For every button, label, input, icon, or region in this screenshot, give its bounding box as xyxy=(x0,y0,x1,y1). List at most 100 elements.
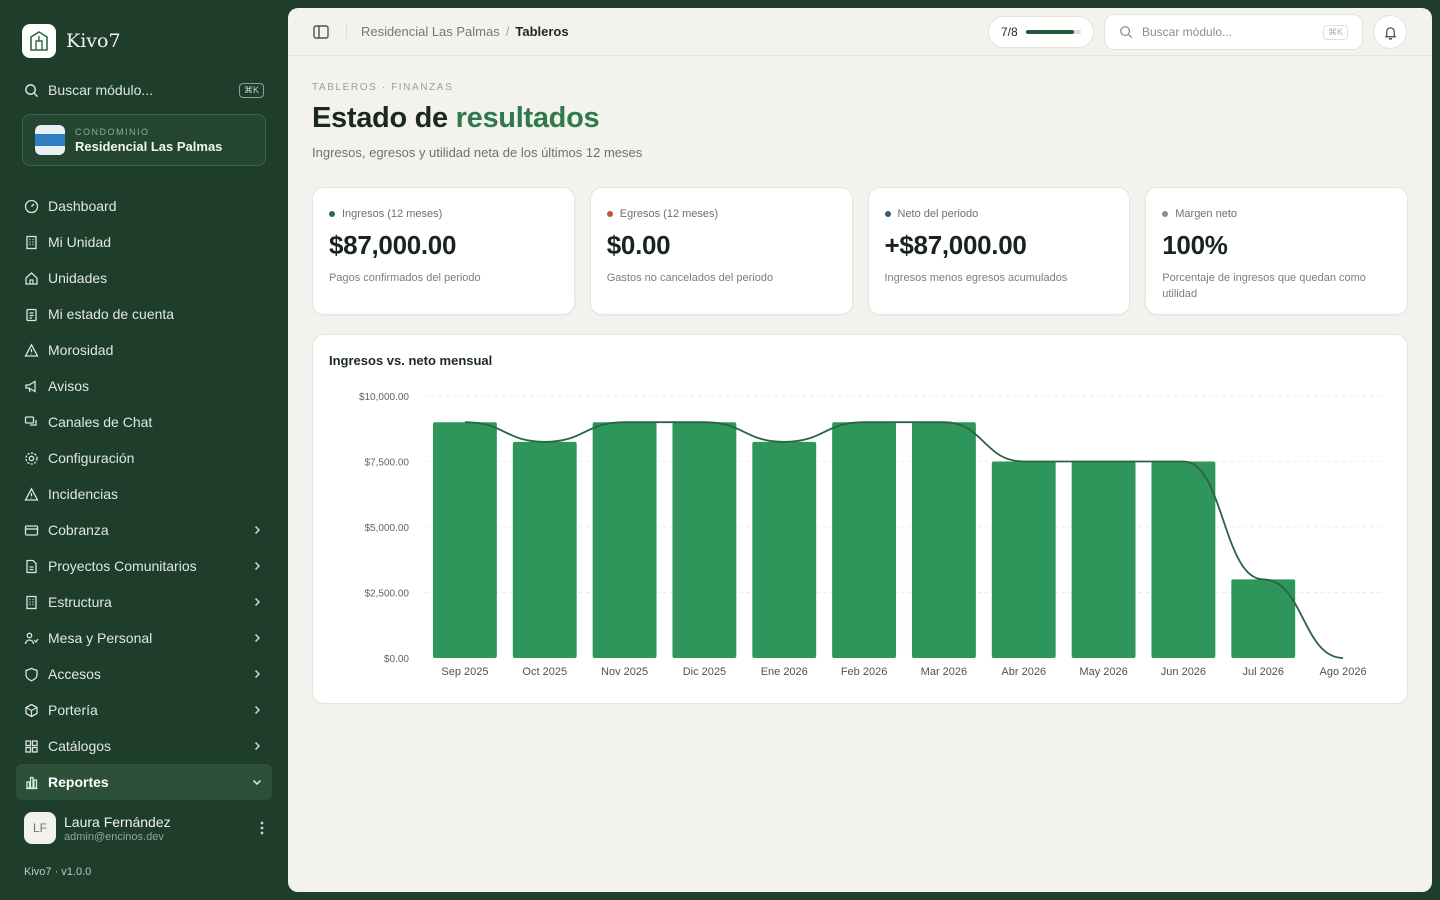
user-profile[interactable]: LF Laura Fernández admin@encinos.dev xyxy=(24,812,264,844)
kpi-card: Margen neto 100% Porcentaje de ingresos qu… xyxy=(1145,187,1408,315)
bar xyxy=(911,422,976,658)
chevron-right-icon xyxy=(250,631,264,645)
kpi-label: Neto del periodo xyxy=(884,208,1114,220)
bar xyxy=(991,461,1056,658)
breadcrumb-parent[interactable]: Residencial Las Palmas xyxy=(361,24,500,39)
chevron-right-icon xyxy=(250,667,264,681)
kpi-label-text: Margen neto xyxy=(1175,208,1238,220)
sidebar-item-morosidad[interactable]: Morosidad xyxy=(16,332,272,368)
brand-name: Kivo7 xyxy=(66,30,121,52)
x-tick-label: Mar 2026 xyxy=(921,666,967,678)
x-tick-label: Nov 2025 xyxy=(601,666,648,678)
kpi-cards: Ingresos (12 meses) $87,000.00 Pagos confi… xyxy=(312,187,1408,315)
building-icon xyxy=(24,235,39,250)
bar xyxy=(672,422,737,658)
warning-icon xyxy=(24,342,39,358)
sidebar-item-estructura[interactable]: Estructura xyxy=(16,584,272,620)
condominium-selector[interactable]: CONDOMINIO Residencial Las Palmas xyxy=(22,114,266,166)
sidebar-item-proyectos-comunitarios[interactable]: Proyectos Comunitarios xyxy=(16,548,272,584)
kpi-label: Egresos (12 meses) xyxy=(606,208,836,220)
box-icon xyxy=(24,703,39,718)
x-tick-label: Ago 2026 xyxy=(1320,666,1367,678)
search-icon xyxy=(25,83,39,97)
sidebar-item-cobranza[interactable]: Cobranza xyxy=(16,512,272,548)
sidebar-item-dashboard[interactable]: Dashboard xyxy=(16,188,272,224)
kpi-value: +$87,000.00 xyxy=(884,230,1027,260)
sidebar-item-unidades[interactable]: Unidades xyxy=(16,260,272,296)
chat-icon xyxy=(24,415,39,430)
progress-track xyxy=(1025,30,1081,34)
bar xyxy=(832,422,897,658)
chevron-right-icon xyxy=(250,739,264,753)
page-title: Estado de resultados xyxy=(312,102,600,135)
kpi-description: Porcentaje de ingresos que quedan como u… xyxy=(1162,272,1366,300)
gauge-icon xyxy=(24,199,39,214)
sidebar-item-mi-unidad[interactable]: Mi Unidad xyxy=(16,224,272,260)
x-tick-label: May 2026 xyxy=(1079,666,1127,678)
x-tick-label: Oct 2025 xyxy=(522,666,567,678)
kpi-value: $0.00 xyxy=(606,230,671,260)
sidebar-item-mi-estado-de-cuenta[interactable]: Mi estado de cuenta xyxy=(16,296,272,332)
document-icon xyxy=(24,559,39,574)
sidebar-item-label: Mi estado de cuenta xyxy=(48,306,175,322)
sidebar-item-mesa-y-personal[interactable]: Mesa y Personal xyxy=(16,620,272,656)
sidebar-search-shortcut: ⌘K xyxy=(238,82,264,98)
sidebar-item-canales-de-chat[interactable]: Canales de Chat xyxy=(16,404,272,440)
sidebar-item-avisos[interactable]: Avisos xyxy=(16,368,272,404)
condominium-name: Residencial Las Palmas xyxy=(75,138,223,154)
y-tick-label: $2,500.00 xyxy=(365,589,410,600)
status-dot xyxy=(884,211,891,217)
kpi-card: Neto del periodo +$87,000.00 Ingresos meno… xyxy=(867,187,1131,315)
search-input[interactable]: Buscar módulo... ⌘K xyxy=(1104,14,1363,50)
home-icon xyxy=(24,271,39,286)
notifications-button[interactable] xyxy=(1373,15,1407,49)
progress-fill xyxy=(1025,30,1075,34)
search-placeholder: Buscar módulo... xyxy=(1142,25,1233,39)
breadcrumb-separator: / xyxy=(505,24,510,39)
user-name: Laura Fernández xyxy=(64,813,171,830)
sidebar-item-label: Configuración xyxy=(48,450,135,466)
more-vertical-icon[interactable] xyxy=(260,821,264,835)
page-title-main: Estado de xyxy=(312,102,456,134)
x-tick-label: Abr 2026 xyxy=(1001,666,1046,678)
chevron-right-icon xyxy=(250,595,264,609)
sidebar-item-label: Unidades xyxy=(48,270,108,286)
breadcrumb: Residencial Las Palmas / Tableros xyxy=(346,24,569,39)
sidebar-item-label: Incidencias xyxy=(48,486,119,502)
user-email: admin@encinos.dev xyxy=(64,830,164,843)
sidebar-item-label: Mi Unidad xyxy=(48,234,112,250)
sidebar-item-label: Avisos xyxy=(48,378,89,394)
sidebar-item-label: Morosidad xyxy=(48,342,114,358)
x-tick-label: Jun 2026 xyxy=(1161,666,1206,678)
sidebar-toggle-icon[interactable] xyxy=(312,23,330,41)
condominium-kicker: CONDOMINIO xyxy=(75,126,150,137)
kpi-label: Margen neto xyxy=(1162,208,1391,220)
x-tick-label: Jul 2026 xyxy=(1242,666,1284,678)
brand[interactable]: Kivo7 xyxy=(22,24,121,58)
sidebar-nav: Dashboard Mi Unidad Unidades Mi estado de c… xyxy=(16,188,272,800)
x-tick-label: Ene 2026 xyxy=(761,666,808,678)
chevron-right-icon xyxy=(250,523,264,537)
sidebar-item-porteria[interactable]: Portería xyxy=(16,692,272,728)
kpi-label-text: Egresos (12 meses) xyxy=(619,208,719,220)
sidebar-item-reportes[interactable]: Reportes xyxy=(16,764,272,800)
y-tick-label: $10,000.00 xyxy=(359,392,409,403)
page-kicker: TABLEROS · FINANZAS xyxy=(312,82,454,93)
chevron-down-icon xyxy=(250,775,264,789)
breadcrumb-current: Tableros xyxy=(515,24,569,39)
chevron-right-icon xyxy=(250,559,264,573)
sidebar-item-configuracion[interactable]: Configuración xyxy=(16,440,272,476)
kpi-value: 100% xyxy=(1162,230,1228,260)
brand-logo-icon xyxy=(22,24,56,58)
onboarding-progress[interactable]: 7/8 xyxy=(988,16,1094,48)
sidebar-search-label: Buscar módulo... xyxy=(48,82,154,98)
kpi-card: Egresos (12 meses) $0.00 Gastos no cancela… xyxy=(589,187,853,315)
sidebar-item-catalogos[interactable]: Catálogos xyxy=(16,728,272,764)
sidebar-item-incidencias[interactable]: Incidencias xyxy=(16,476,272,512)
chart-card: Ingresos vs. neto mensual $0.00 $2,500.00… xyxy=(312,334,1408,704)
bar xyxy=(1151,461,1216,658)
kpi-label: Ingresos (12 meses) xyxy=(329,208,558,220)
sidebar-search[interactable]: Buscar módulo... ⌘K xyxy=(24,79,264,101)
sidebar: Kivo7 Buscar módulo... ⌘K CONDOMINIO Res… xyxy=(0,0,288,900)
sidebar-item-accesos[interactable]: Accesos xyxy=(16,656,272,692)
